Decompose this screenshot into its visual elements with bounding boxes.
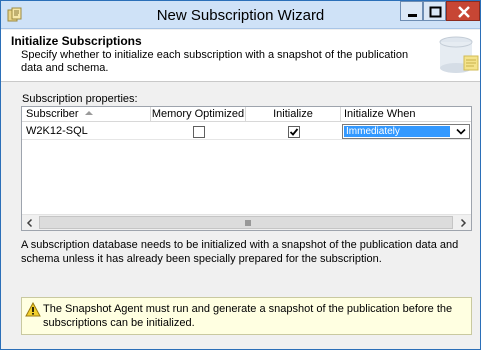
title-bar[interactable]: New Subscription Wizard	[1, 1, 480, 29]
initialize-when-dropdown[interactable]: Immediately	[342, 124, 470, 139]
scroll-grip-icon	[245, 220, 251, 226]
wizard-window: New Subscription Wizard Initialize Subsc…	[0, 0, 481, 350]
column-header-subscriber[interactable]: Subscriber	[22, 107, 151, 122]
warning-text: The Snapshot Agent must run and generate…	[43, 303, 453, 329]
table-row[interactable]: W2K12-SQL Immediately	[22, 123, 471, 140]
scroll-right-icon	[460, 218, 467, 228]
subscription-properties-label: Subscription properties:	[22, 93, 138, 105]
initialize-when-value: Immediately	[344, 126, 450, 137]
minimize-icon	[408, 14, 417, 17]
memory-optimized-checkbox[interactable]	[193, 126, 205, 138]
column-header-initialize[interactable]: Initialize	[246, 107, 341, 122]
maximize-icon	[429, 6, 442, 18]
warning-icon	[25, 302, 41, 317]
page-title: Initialize Subscriptions	[11, 34, 142, 48]
column-header-initialize-when[interactable]: Initialize When	[341, 107, 471, 122]
close-button[interactable]	[446, 1, 480, 21]
column-header-label: Subscriber	[26, 108, 79, 120]
scroll-right-button[interactable]	[455, 215, 471, 231]
sort-ascending-icon	[84, 111, 93, 115]
grid-header: Subscriber Memory Optimized Initialize I…	[22, 107, 471, 122]
database-art-icon	[439, 36, 479, 73]
column-header-memory-optimized[interactable]: Memory Optimized	[151, 107, 246, 122]
scroll-left-icon	[26, 218, 33, 228]
checkmark-icon	[289, 128, 299, 136]
close-icon	[458, 6, 470, 18]
subscription-grid: Subscriber Memory Optimized Initialize I…	[21, 106, 472, 231]
initialize-checkbox[interactable]	[288, 126, 300, 138]
warning-box: The Snapshot Agent must run and generate…	[21, 297, 472, 335]
chevron-down-icon[interactable]	[454, 125, 468, 138]
subscriber-cell[interactable]: W2K12-SQL	[26, 123, 146, 140]
maximize-button[interactable]	[423, 1, 446, 21]
wizard-header: Initialize Subscriptions Specify whether…	[1, 30, 480, 82]
scrollbar-thumb[interactable]	[39, 216, 453, 229]
scroll-left-button[interactable]	[22, 215, 38, 231]
page-description: Specify whether to initialize each subsc…	[21, 49, 409, 74]
minimize-button[interactable]	[400, 1, 423, 21]
horizontal-scrollbar[interactable]	[22, 214, 471, 230]
initialization-info-text: A subscription database needs to be init…	[21, 239, 459, 265]
